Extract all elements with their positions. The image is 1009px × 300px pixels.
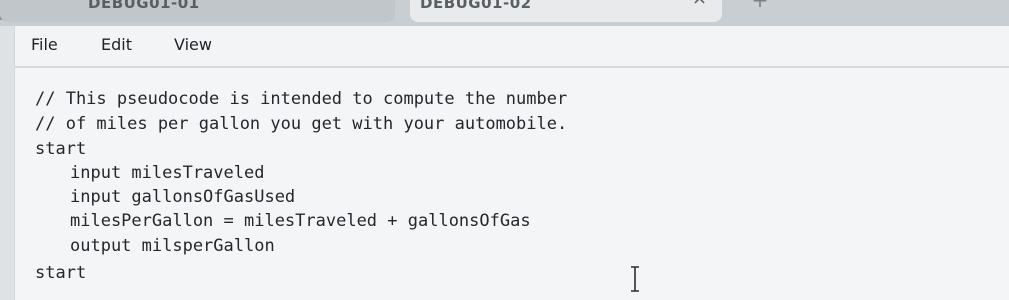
code-line: milesPerGallon = milesTraveled + gallons… xyxy=(70,211,531,231)
menu-view[interactable]: View xyxy=(174,35,212,54)
close-icon[interactable]: × xyxy=(692,0,707,8)
code-line: // of miles per gallon you get with your… xyxy=(35,114,568,134)
code-line: start xyxy=(35,263,87,283)
code-line: start xyxy=(35,139,87,159)
tab-debug01-01[interactable]: DEBUG01-01 xyxy=(0,0,395,22)
text-cursor-icon xyxy=(631,266,639,292)
code-line: output milsperGallon xyxy=(70,236,275,256)
tab-title: DEBUG01-01 xyxy=(88,0,200,12)
menu-edit[interactable]: Edit xyxy=(101,35,132,54)
tab-title: DEBUG01-02 xyxy=(420,0,532,12)
code-line: input gallonsOfGasUsed xyxy=(70,187,296,207)
code-line: // This pseudocode is intended to comput… xyxy=(35,89,568,109)
notepad-window: DEBUG01-01 DEBUG01-02 × + File Edit View… xyxy=(0,0,1009,300)
tab-debug01-02[interactable]: DEBUG01-02 × xyxy=(410,0,722,22)
menu-file[interactable]: File xyxy=(31,35,58,54)
code-line: input milesTraveled xyxy=(70,163,265,183)
plus-icon[interactable]: + xyxy=(748,0,772,12)
tab-strip: DEBUG01-01 DEBUG01-02 × + xyxy=(0,0,1009,26)
menu-bar: File Edit View xyxy=(14,26,1009,66)
text-editor[interactable]: // This pseudocode is intended to comput… xyxy=(14,68,1009,300)
window-border xyxy=(0,26,14,300)
